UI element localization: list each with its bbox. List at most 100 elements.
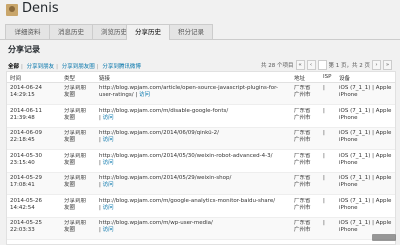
section-title: 分享记录 xyxy=(8,45,40,54)
filter-friends[interactable]: 分享到朋友 xyxy=(27,64,55,70)
visit-link[interactable]: 访问 xyxy=(103,182,114,188)
isp-cell: | xyxy=(323,152,325,159)
time-text: 17:08:41 xyxy=(10,182,35,188)
link-cell: http://blog.wpjam.com/article/open-sourc… xyxy=(99,85,284,99)
link-line-1: http://blog.wpjam.com/article/open-sourc… xyxy=(99,85,279,91)
address-cell: 广东省 广州市 xyxy=(294,153,318,167)
visit-link[interactable]: 访问 xyxy=(139,92,150,98)
watermark xyxy=(372,234,396,241)
page-title: Denis xyxy=(22,1,59,16)
next-page-button[interactable]: › xyxy=(372,59,381,70)
page-input[interactable] xyxy=(317,59,327,70)
type-line-1: 分享到朋 xyxy=(64,107,87,114)
isp-cell: | xyxy=(323,220,325,226)
link-line-1: http://blog.wpjam.com/m/google-analytics… xyxy=(99,197,276,204)
table-row: 2014-06-09 22:18:45 分享到朋 友圈 http://blog.wpja… xyxy=(7,128,395,150)
device-model: iPhone xyxy=(339,114,358,121)
device-os: iOS (7_1_1) | Apple xyxy=(339,175,392,181)
time-text: 22:03:33 xyxy=(10,227,35,233)
visit-link[interactable]: 访问 xyxy=(103,160,114,166)
province-text: 广东省 xyxy=(294,130,311,136)
item-count: 共 28 个项目 xyxy=(261,62,294,69)
filter-moments[interactable]: 分享到朋友圈 xyxy=(62,64,95,70)
visit-link[interactable]: 访问 xyxy=(103,227,114,233)
time-text: 14:42:54 xyxy=(10,204,35,211)
type-line-1: 分享到朋 xyxy=(64,220,87,226)
address-cell: 广东省 广州市 xyxy=(294,85,318,99)
province-text: 广东省 xyxy=(294,85,311,91)
link-line-1: http://blog.wpjam.com/2014/05/30/weixin-… xyxy=(99,152,273,159)
device-model: iPhone xyxy=(339,159,358,166)
col-link: 链接 xyxy=(99,76,111,82)
city-text: 广州市 xyxy=(294,92,311,98)
table-row: 2014-05-29 17:08:41 分享到朋 友圈 http://blog.wpja… xyxy=(7,173,395,195)
type-cell: 分享到朋 友圈 xyxy=(64,198,96,212)
type-cell: 分享到朋 友圈 xyxy=(64,220,96,234)
city-text: 广州市 xyxy=(294,137,311,143)
filter-all[interactable]: 全部 xyxy=(8,64,19,70)
address-cell: 广东省 广州市 xyxy=(294,130,318,144)
link-line-1: http://blog.wpjam.com/m/disable-google-f… xyxy=(99,107,229,114)
tab-details[interactable]: 详细资料 xyxy=(5,24,50,39)
link-line-1: http://blog.wpjam.com/2014/06/09/qinkü-2… xyxy=(99,130,219,136)
tab-messages[interactable]: 消息历史 xyxy=(49,24,93,39)
link-line-1: http://blog.wpjam.com/m/wp-user-media/ xyxy=(99,220,213,226)
city-text: 广州市 xyxy=(294,114,311,121)
time-cell: 2014-05-25 22:03:33 xyxy=(10,220,58,234)
device-cell: iOS (7_1_1) | Apple iPhone xyxy=(339,198,393,212)
address-cell: 广东省 广州市 xyxy=(294,108,318,122)
type-line-2: 友圈 xyxy=(64,92,76,98)
device-cell: iOS (7_1_1) | Apple iPhone xyxy=(339,175,393,189)
device-model: iPhone xyxy=(339,92,358,98)
type-cell: 分享到朋 友圈 xyxy=(64,153,96,167)
visit-link[interactable]: 访问 xyxy=(103,137,114,143)
city-text: 广州市 xyxy=(294,204,311,211)
type-line-2: 友圈 xyxy=(64,114,76,121)
first-page-button[interactable]: « xyxy=(295,59,305,70)
filter-weibo[interactable]: 分享到腾讯微博 xyxy=(102,64,141,70)
tab-points[interactable]: 积分记录 xyxy=(169,24,213,39)
type-line-2: 友圈 xyxy=(64,137,76,143)
time-cell: 2014-05-30 23:15:40 xyxy=(10,153,58,167)
type-cell: 分享到朋 友圈 xyxy=(64,85,96,99)
date-text: 2014-06-11 xyxy=(10,107,42,114)
type-line-1: 分享到朋 xyxy=(64,152,87,159)
type-line-1: 分享到朋 xyxy=(64,197,87,204)
visit-link[interactable]: 访问 xyxy=(103,205,114,211)
type-line-2: 友圈 xyxy=(64,227,76,233)
tab-bar: 详细资料 消息历史 浏览历史 分享历史 积分记录 xyxy=(0,20,400,40)
link-cell: http://blog.wpjam.com/m/disable-google-f… xyxy=(99,108,284,122)
province-text: 广东省 xyxy=(294,107,311,114)
page-info: 第 1 页，共 2 页 xyxy=(328,62,371,69)
last-page-button[interactable]: » xyxy=(383,59,392,70)
type-line-1: 分享到朋 xyxy=(64,85,87,91)
avatar xyxy=(6,4,18,16)
time-cell: 2014-06-09 22:18:45 xyxy=(10,130,58,144)
date-text: 2014-05-26 xyxy=(10,197,42,204)
device-cell: iOS (7_1_1) | Apple iPhone xyxy=(339,108,393,122)
time-cell: 2014-06-24 14:29:15 xyxy=(10,85,58,99)
filter-links: 全部 | 分享到朋友 | 分享到朋友圈 | 分享到腾讯微博 xyxy=(8,64,141,70)
col-time: 时间 xyxy=(10,76,22,82)
device-cell: iOS (7_1_1) | Apple iPhone xyxy=(339,85,393,99)
city-text: 广州市 xyxy=(294,227,311,233)
province-text: 广东省 xyxy=(294,175,311,181)
type-cell: 分享到朋 友圈 xyxy=(64,108,96,122)
link-cell: http://blog.wpjam.com/2014/05/30/weixin-… xyxy=(99,153,284,167)
time-text: 14:29:15 xyxy=(10,92,35,98)
address-cell: 广东省 广州市 xyxy=(294,220,318,234)
type-cell: 分享到朋 友圈 xyxy=(64,175,96,189)
link-line-2: user-ratings/ xyxy=(99,92,134,98)
province-text: 广东省 xyxy=(294,152,311,159)
type-line-1: 分享到朋 xyxy=(64,175,87,181)
prev-page-button[interactable]: ‹ xyxy=(306,59,316,70)
type-line-2: 友圈 xyxy=(64,182,76,188)
col-isp: ISP xyxy=(323,74,332,80)
isp-cell: | xyxy=(323,85,325,91)
time-cell: 2014-05-26 14:42:54 xyxy=(10,198,58,212)
isp-cell: | xyxy=(323,175,325,181)
time-cell: 2014-05-29 17:08:41 xyxy=(10,175,58,189)
type-line-1: 分享到朋 xyxy=(64,130,87,136)
tab-share[interactable]: 分享历史 xyxy=(126,24,170,40)
visit-link[interactable]: 访问 xyxy=(103,115,114,121)
